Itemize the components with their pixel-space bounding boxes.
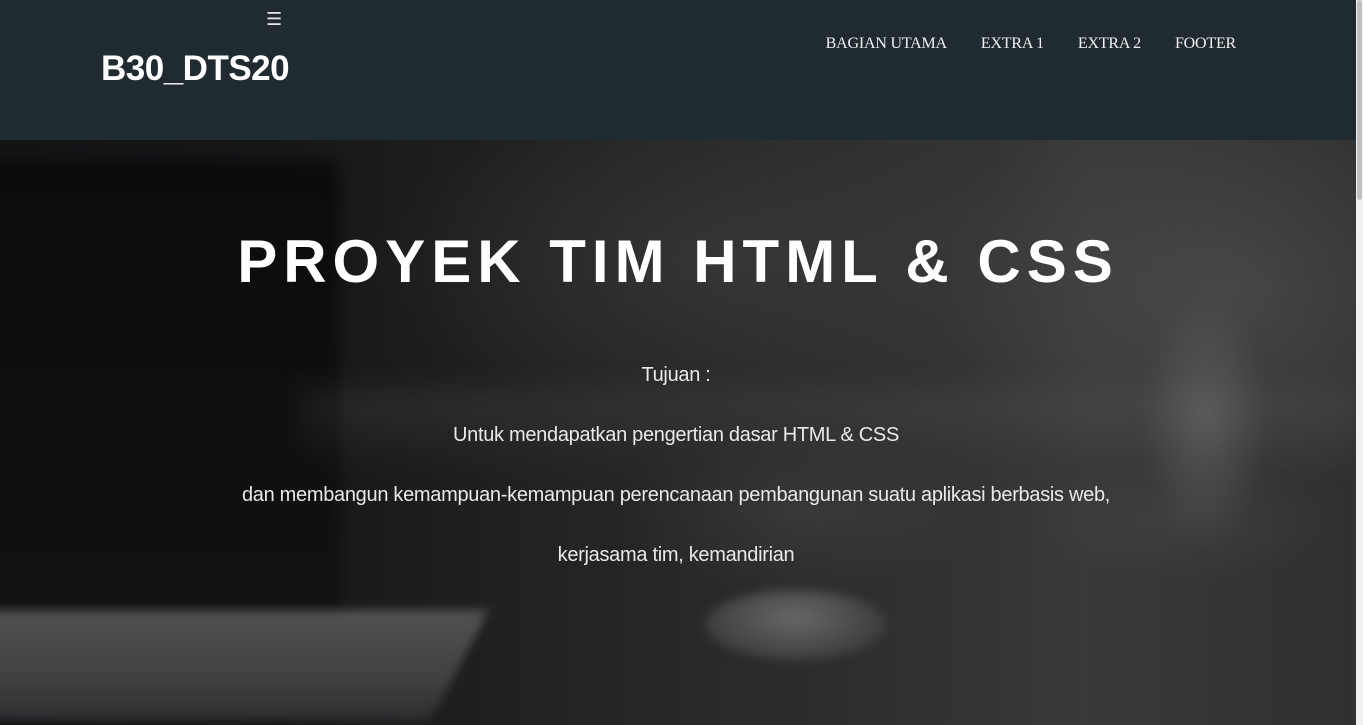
main-nav: BAGIAN UTAMA EXTRA 1 EXTRA 2 FOOTER [826, 35, 1237, 53]
background-glass [1140, 290, 1270, 550]
page-scrollbar[interactable] [1356, 0, 1363, 725]
hero-goal-label: Tujuan : [641, 364, 711, 386]
hero-section: PROYEK TIM HTML & CSS Tujuan : Untuk men… [0, 140, 1356, 725]
nav-item-footer[interactable]: FOOTER [1175, 35, 1236, 53]
site-logo[interactable]: B30_DTS20 [101, 49, 290, 89]
hamburger-icon[interactable]: ☰ [266, 11, 282, 29]
hero-goal-line-3: kerjasama tim, kemandirian [557, 544, 795, 566]
scrollbar-thumb[interactable] [1357, 0, 1362, 200]
background-laptop-base [0, 610, 490, 720]
nav-item-extra-1[interactable]: EXTRA 1 [981, 35, 1044, 53]
nav-item-bagian-utama[interactable]: BAGIAN UTAMA [826, 35, 947, 53]
hero-goal-line-2: dan membangun kemampuan-kemampuan perenc… [241, 484, 1111, 506]
background-cup [705, 590, 885, 660]
nav-item-extra-2[interactable]: EXTRA 2 [1078, 35, 1141, 53]
hero-goal-line-1: Untuk mendapatkan pengertian dasar HTML … [452, 424, 899, 446]
site-header: ☰ B30_DTS20 BAGIAN UTAMA EXTRA 1 EXTRA 2… [0, 0, 1356, 140]
hero-title: PROYEK TIM HTML & CSS [237, 228, 1119, 295]
